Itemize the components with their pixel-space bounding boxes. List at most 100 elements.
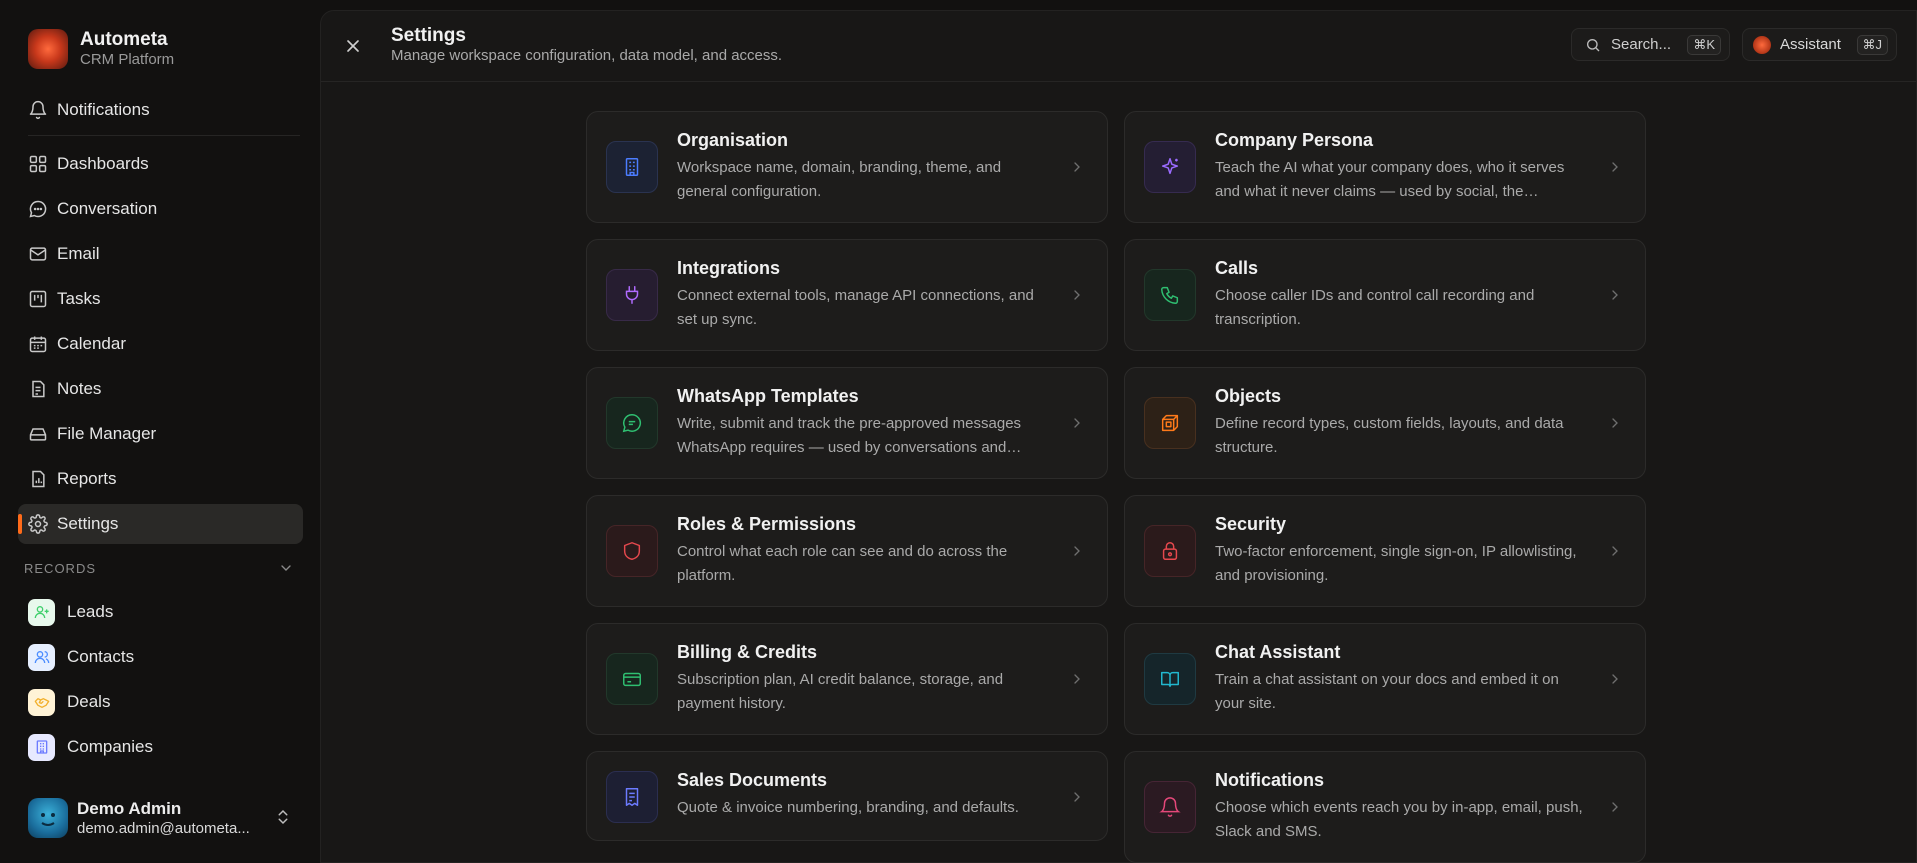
- sidebar-item-contacts[interactable]: Contacts: [18, 637, 303, 677]
- settings-card-organisation[interactable]: Organisation Workspace name, domain, bra…: [586, 111, 1108, 223]
- sidebar-item-deals[interactable]: Deals: [18, 682, 303, 722]
- sidebar-item-label: Settings: [57, 514, 119, 533]
- sidebar-divider: [28, 135, 300, 136]
- calendar-icon: [28, 334, 48, 354]
- settings-card-whatsapp-templates[interactable]: WhatsApp Templates Write, submit and tra…: [586, 367, 1108, 479]
- settings-header: Settings Manage workspace configuration,…: [321, 11, 1916, 82]
- mail-icon: [28, 244, 48, 264]
- sidebar-item-notifications[interactable]: Notifications: [18, 90, 303, 130]
- plug-icon: [606, 269, 658, 321]
- sidebar-item-label: Conversation: [57, 199, 158, 218]
- card-title: Sales Documents: [677, 770, 828, 790]
- card-title: Billing & Credits: [677, 642, 818, 662]
- chevrons-up-down-icon[interactable]: [274, 808, 292, 826]
- bell-icon: [28, 100, 48, 120]
- search-label: Search...: [1611, 36, 1672, 53]
- card-title: WhatsApp Templates: [677, 386, 859, 406]
- sparkle-icon: [1144, 141, 1196, 193]
- book-open-icon: [1144, 653, 1196, 705]
- card-description: Subscription plan, AI credit balance, st…: [677, 671, 1004, 712]
- gear-icon: [28, 514, 48, 534]
- card-title: Chat Assistant: [1215, 642, 1341, 662]
- card-title: Objects: [1215, 386, 1282, 406]
- card-title: Organisation: [677, 130, 789, 150]
- sidebar-item-label: Leads: [67, 602, 114, 621]
- chevron-right-icon: [1607, 543, 1623, 559]
- sidebar-item-reports[interactable]: Reports: [18, 459, 303, 499]
- brand-name: Autometa: [80, 29, 168, 50]
- sidebar-item-label: Companies: [67, 737, 153, 756]
- workspace-switcher[interactable]: Autometa CRM Platform: [28, 29, 174, 69]
- card-description: Control what each role can see and do ac…: [677, 543, 1008, 584]
- chevron-right-icon: [1607, 287, 1623, 303]
- avatar: [28, 798, 68, 838]
- active-indicator: [18, 514, 22, 534]
- sidebar: Autometa CRM Platform Notifications Dash…: [0, 0, 320, 863]
- sidebar-item-label: File Manager: [57, 424, 157, 443]
- sidebar-item-file-manager[interactable]: File Manager: [18, 414, 303, 454]
- chevron-right-icon: [1069, 671, 1085, 687]
- building-icon: [28, 733, 55, 761]
- settings-card-security[interactable]: Security Two-factor enforcement, single …: [1124, 495, 1646, 607]
- close-icon[interactable]: [343, 36, 363, 56]
- user-name: Demo Admin: [77, 798, 182, 818]
- settings-card-calls[interactable]: Calls Choose caller IDs and control call…: [1124, 239, 1646, 351]
- receipt-icon: [606, 771, 658, 823]
- sidebar-item-leads[interactable]: Leads: [18, 592, 303, 632]
- sidebar-item-label: Email: [57, 244, 100, 263]
- card-title: Roles & Permissions: [677, 514, 857, 534]
- sidebar-item-calendar[interactable]: Calendar: [18, 324, 303, 364]
- search-button[interactable]: Search... ⌘K: [1571, 28, 1730, 61]
- chevron-right-icon: [1069, 287, 1085, 303]
- card-title: Security: [1215, 514, 1287, 534]
- chat-bubble-icon: [28, 199, 48, 219]
- card-description: Teach the AI what your company does, who…: [1215, 159, 1565, 200]
- sidebar-item-dashboards[interactable]: Dashboards: [18, 144, 303, 184]
- assistant-logo-icon: [1753, 35, 1771, 54]
- user-menu[interactable]: Demo Admin demo.admin@autometa...: [28, 798, 250, 838]
- chevron-right-icon: [1607, 671, 1623, 687]
- assistant-button[interactable]: Assistant ⌘J: [1742, 28, 1897, 61]
- dashboard-grid-icon: [28, 154, 48, 174]
- sidebar-item-settings[interactable]: Settings: [18, 504, 303, 544]
- users-icon: [28, 643, 55, 671]
- card-description: Write, submit and track the pre-approved…: [677, 415, 1022, 456]
- settings-card-billing-credits[interactable]: Billing & Credits Subscription plan, AI …: [586, 623, 1108, 735]
- phone-icon: [1144, 269, 1196, 321]
- chevron-right-icon: [1607, 415, 1623, 431]
- card-description: Connect external tools, manage API conne…: [677, 287, 1034, 328]
- chevron-down-icon[interactable]: [278, 560, 294, 576]
- notes-icon: [28, 379, 48, 399]
- sidebar-item-notes[interactable]: Notes: [18, 369, 303, 409]
- sidebar-item-label: Calendar: [57, 334, 126, 353]
- report-icon: [28, 469, 48, 489]
- settings-card-chat-assistant[interactable]: Chat Assistant Train a chat assistant on…: [1124, 623, 1646, 735]
- settings-card-sales-documents[interactable]: Sales Documents Quote & invoice numberin…: [586, 751, 1108, 841]
- user-plus-icon: [28, 598, 55, 626]
- records-section-title: RECORDS: [24, 561, 97, 576]
- settings-card-notifications[interactable]: Notifications Choose which events reach …: [1124, 751, 1646, 863]
- card-description: Workspace name, domain, branding, theme,…: [677, 159, 1002, 200]
- settings-card-objects[interactable]: Objects Define record types, custom fiel…: [1124, 367, 1646, 479]
- sidebar-item-email[interactable]: Email: [18, 234, 303, 274]
- sidebar-item-companies[interactable]: Companies: [18, 727, 303, 767]
- sidebar-item-conversation[interactable]: Conversation: [18, 189, 303, 229]
- chevron-right-icon: [1069, 415, 1085, 431]
- credit-card-icon: [606, 653, 658, 705]
- hard-drive-icon: [28, 424, 48, 444]
- settings-card-integrations[interactable]: Integrations Connect external tools, man…: [586, 239, 1108, 351]
- card-description: Two-factor enforcement, single sign-on, …: [1215, 543, 1577, 584]
- lock-icon: [1144, 525, 1196, 577]
- handshake-icon: [28, 688, 55, 716]
- whatsapp-icon: [606, 397, 658, 449]
- chevron-right-icon: [1069, 159, 1085, 175]
- chevron-right-icon: [1069, 543, 1085, 559]
- chevron-right-icon: [1069, 789, 1085, 805]
- sidebar-item-label: Tasks: [57, 289, 101, 308]
- settings-card-roles-permissions[interactable]: Roles & Permissions Control what each ro…: [586, 495, 1108, 607]
- sidebar-item-tasks[interactable]: Tasks: [18, 279, 303, 319]
- shield-icon: [606, 525, 658, 577]
- settings-card-company-persona[interactable]: Company Persona Teach the AI what your c…: [1124, 111, 1646, 223]
- sidebar-item-label: Reports: [57, 469, 117, 488]
- card-title: Company Persona: [1215, 130, 1374, 150]
